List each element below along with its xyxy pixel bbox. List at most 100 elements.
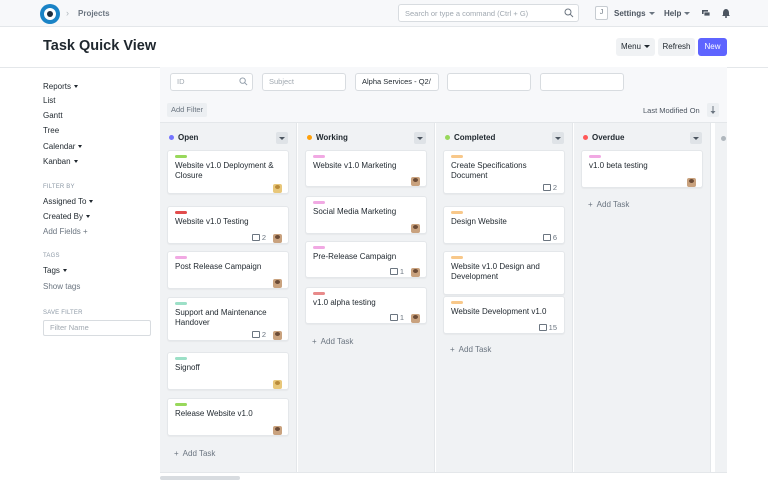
project-filter-input[interactable]: Alpha Services - Q2/ [355, 73, 439, 91]
filter-by-heading: FILTER BY [43, 184, 75, 190]
new-button[interactable]: New [698, 38, 727, 56]
kanban-card[interactable]: Website v1.0 Testing 2 [167, 206, 289, 244]
kanban-card[interactable]: Website v1.0 Deployment & Closure [167, 150, 289, 194]
column-header: Open [160, 130, 297, 146]
column-menu-button[interactable] [552, 132, 564, 144]
kanban-card[interactable]: Website Development v1.0 15 [443, 296, 565, 334]
card-title[interactable]: Website v1.0 Testing [175, 217, 283, 227]
breadcrumb-projects[interactable]: Projects [78, 9, 110, 18]
sidebar-label: Created By [43, 212, 84, 221]
assignee-avatar[interactable] [273, 184, 282, 193]
card-title[interactable]: Release Website v1.0 [175, 409, 283, 419]
assignee-avatar[interactable] [411, 314, 420, 323]
search-icon [564, 8, 574, 18]
kanban-card[interactable]: Website v1.0 Design and Development [443, 251, 565, 295]
card-title[interactable]: Pre-Release Campaign [313, 252, 421, 262]
tags-heading: TAGS [43, 253, 60, 259]
card-title[interactable]: Signoff [175, 363, 283, 373]
sidebar-item-assigned-to[interactable]: Assigned To [43, 197, 94, 206]
kanban-card[interactable]: Post Release Campaign [167, 251, 289, 289]
card-title[interactable]: Design Website [451, 217, 559, 227]
kanban-card[interactable]: v1.0 beta testing [581, 150, 703, 188]
add-task-button[interactable]: + Add Task [450, 345, 491, 354]
caret-down-icon [74, 85, 79, 89]
column-title: Working [316, 133, 348, 142]
kanban-card[interactable]: Social Media Marketing [305, 196, 427, 234]
kanban-card[interactable]: Website v1.0 Marketing [305, 150, 427, 187]
assignee-avatar[interactable] [273, 380, 282, 389]
card-title[interactable]: v1.0 alpha testing [313, 298, 421, 308]
assignee-avatar[interactable] [273, 279, 282, 288]
card-comment-count[interactable]: 15 [538, 323, 557, 332]
card-title[interactable]: Create Specifications Document [451, 161, 559, 181]
assignee-avatar[interactable] [273, 234, 282, 243]
add-fields-label: Add Fields [43, 227, 81, 236]
assignee-avatar[interactable] [411, 224, 420, 233]
filter-input-5[interactable] [540, 73, 624, 91]
id-filter-input[interactable]: ID [170, 73, 253, 91]
card-title[interactable]: Social Media Marketing [313, 207, 421, 217]
kanban-card[interactable]: Create Specifications Document 2 [443, 150, 565, 194]
column-menu-button[interactable] [276, 132, 288, 144]
subject-filter-input[interactable]: Subject [262, 73, 346, 91]
sort-icon [710, 106, 716, 114]
sidebar-item-created-by[interactable]: Created By [43, 212, 91, 221]
assignee-avatar[interactable] [273, 426, 282, 435]
card-title[interactable]: Website Development v1.0 [451, 307, 559, 317]
column-title: Overdue [592, 133, 625, 142]
sidebar-item-kanban[interactable]: Kanban [43, 157, 78, 166]
card-title[interactable]: Post Release Campaign [175, 262, 283, 272]
help-menu[interactable]: Help [664, 9, 691, 18]
caret-down-icon [62, 269, 67, 273]
card-title[interactable]: Support and Maintenance Handover [175, 308, 283, 328]
sidebar-item-tags[interactable]: Tags [43, 266, 67, 275]
card-comment-count[interactable]: 1 [389, 313, 404, 322]
sidebar-item-gantt[interactable]: Gantt [43, 111, 63, 120]
card-comment-count[interactable]: 2 [542, 183, 557, 192]
kanban-card[interactable]: Release Website v1.0 [167, 398, 289, 436]
card-comment-count[interactable]: 6 [542, 233, 557, 242]
command-search-input[interactable]: Search or type a command (Ctrl + G) [398, 4, 579, 22]
bell-icon[interactable] [721, 8, 731, 18]
help-label: Help [664, 9, 682, 18]
column-menu-button[interactable] [414, 132, 426, 144]
sidebar-item-tree[interactable]: Tree [43, 126, 59, 135]
kanban-card[interactable]: Support and Maintenance Handover 2 [167, 297, 289, 341]
sidebar-item-list[interactable]: List [43, 96, 55, 105]
sort-by-selector[interactable]: Last Modified On [643, 106, 700, 115]
user-avatar[interactable]: J [595, 6, 608, 20]
sidebar-item-calendar[interactable]: Calendar [43, 142, 83, 151]
menu-button[interactable]: Menu [616, 38, 655, 56]
sidebar-item-reports[interactable]: Reports [43, 82, 79, 91]
card-title[interactable]: v1.0 beta testing [589, 161, 697, 171]
kanban-card[interactable]: Design Website 6 [443, 206, 565, 244]
card-title[interactable]: Website v1.0 Design and Development [451, 262, 559, 282]
add-task-button[interactable]: + Add Task [174, 449, 215, 458]
chat-icon[interactable] [701, 8, 711, 18]
assignee-avatar[interactable] [411, 268, 420, 277]
add-task-button[interactable]: + Add Task [312, 337, 353, 346]
assignee-avatar[interactable] [273, 331, 282, 340]
card-title[interactable]: Website v1.0 Marketing [313, 161, 421, 171]
sort-order-button[interactable] [707, 103, 719, 117]
kanban-card[interactable]: Signoff [167, 352, 289, 390]
card-comment-count[interactable]: 2 [251, 233, 266, 242]
kanban-card[interactable]: v1.0 alpha testing 1 [305, 287, 427, 324]
card-title[interactable]: Website v1.0 Deployment & Closure [175, 161, 283, 181]
horizontal-scrollbar[interactable] [160, 476, 240, 480]
settings-menu[interactable]: Settings [614, 9, 655, 18]
add-fields-link[interactable]: Add Fields + [43, 227, 88, 236]
app-logo-icon[interactable] [40, 4, 60, 24]
assignee-avatar[interactable] [411, 177, 420, 186]
kanban-card[interactable]: Pre-Release Campaign 1 [305, 241, 427, 278]
filter-name-input[interactable]: Filter Name [43, 320, 151, 336]
refresh-button[interactable]: Refresh [658, 38, 695, 56]
assignee-avatar[interactable] [687, 178, 696, 187]
filter-input-4[interactable] [447, 73, 531, 91]
show-tags-link[interactable]: Show tags [43, 282, 80, 291]
add-task-button[interactable]: + Add Task [588, 200, 629, 209]
card-comment-count[interactable]: 2 [251, 330, 266, 339]
column-menu-button[interactable] [690, 132, 702, 144]
add-filter-button[interactable]: Add Filter [167, 103, 208, 117]
card-comment-count[interactable]: 1 [389, 267, 404, 276]
